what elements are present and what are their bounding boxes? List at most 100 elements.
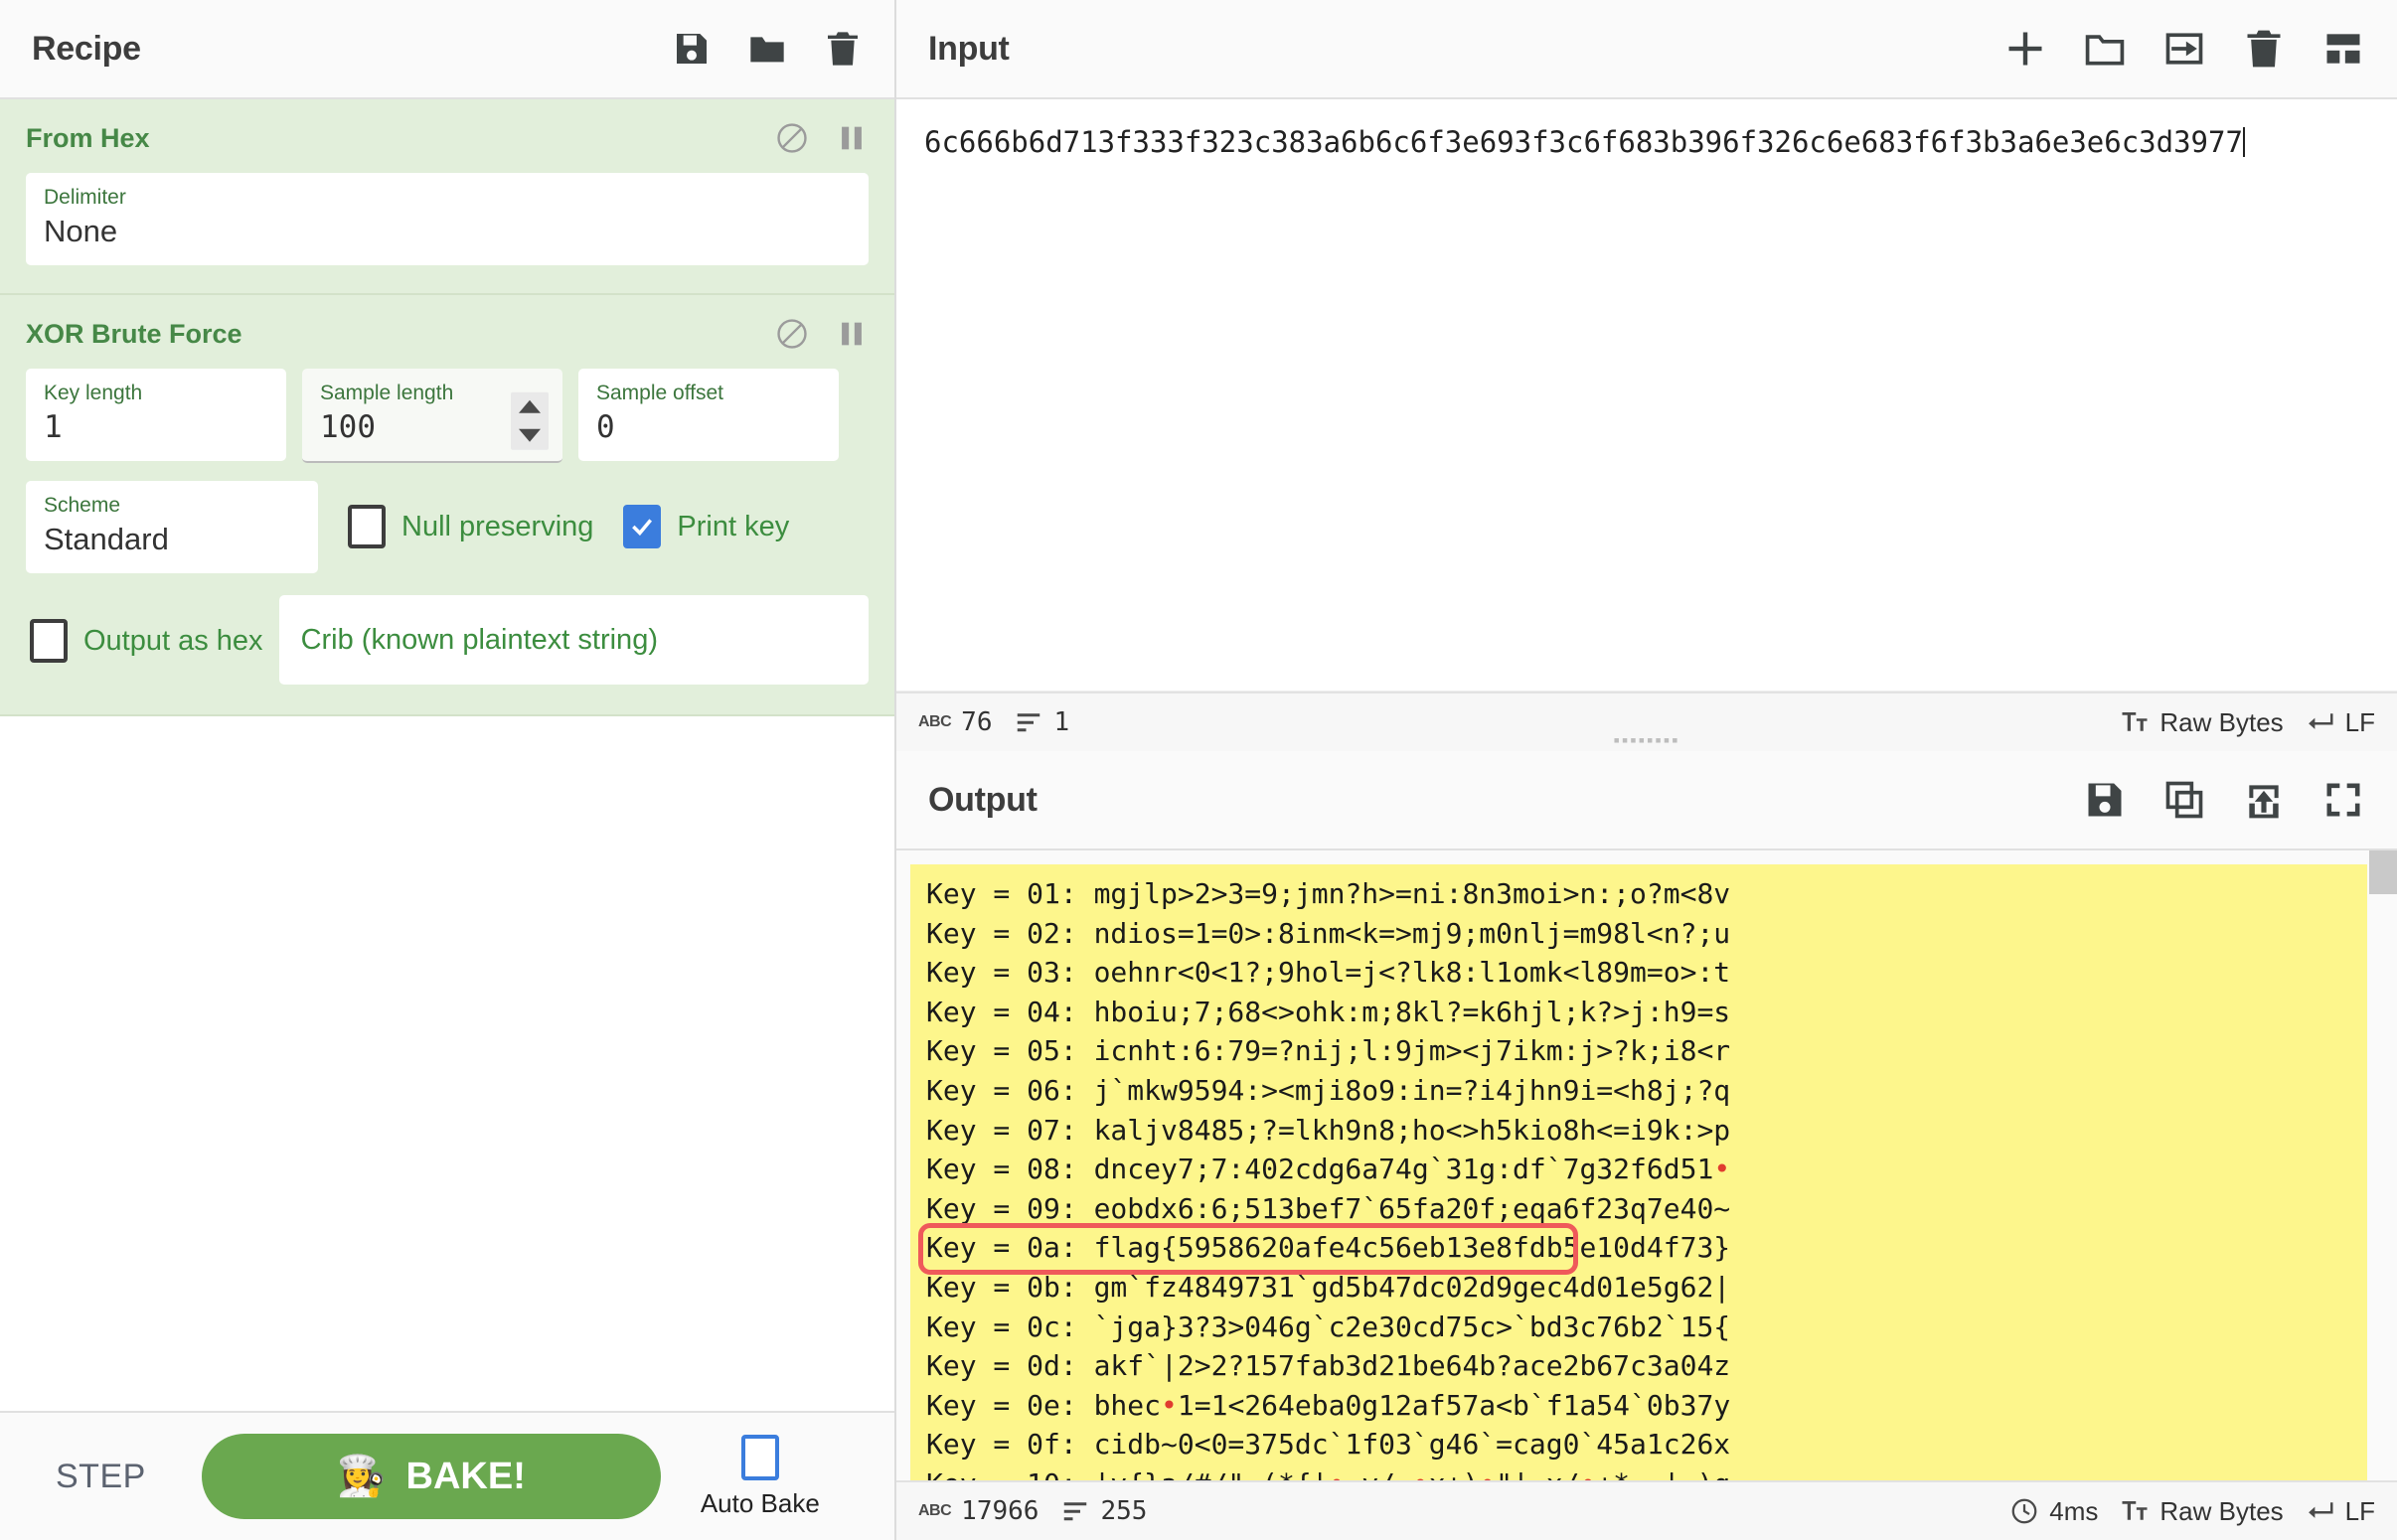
character-encoding-icon	[2120, 1496, 2150, 1526]
copy-output-icon[interactable]	[2162, 778, 2206, 822]
cyberchef-app: Recipe From Hex Delimiter None XOR Brute…	[0, 0, 2397, 1540]
control-char-dot: •	[1713, 1153, 1731, 1186]
scheme-value: Standard	[44, 522, 169, 557]
output-encoding-selector[interactable]: Raw Bytes	[2120, 1495, 2284, 1527]
output-line-ending-selector[interactable]: LF	[2306, 1496, 2375, 1527]
output-textarea[interactable]: Key = 01: mgjlp>2>3=9;jmn?h>=ni:8n3moi>n…	[896, 850, 2397, 1480]
disable-icon[interactable]	[775, 121, 809, 155]
scheme-select[interactable]: Scheme Standard	[26, 481, 318, 573]
sample-offset-input[interactable]: Sample offset 0	[578, 369, 839, 461]
input-title-bar: Input	[896, 0, 2397, 99]
crib-input[interactable]: Crib (known plaintext string)	[278, 595, 869, 685]
disable-icon[interactable]	[775, 317, 809, 351]
step-button[interactable]: STEP	[40, 1458, 162, 1496]
bake-time-value: 4ms	[2049, 1495, 2099, 1526]
output-line: Key = 0a: flag{5958620afe4c56eb13e8fdb5e…	[926, 1231, 1731, 1265]
replace-input-with-output-icon[interactable]	[2242, 778, 2286, 822]
recipe-operation-from-hex[interactable]: From Hex Delimiter None	[0, 99, 894, 295]
stepper-up-icon[interactable]	[519, 399, 541, 413]
input-lines-stat: 1	[1014, 707, 1069, 737]
add-input-icon[interactable]	[2003, 27, 2047, 71]
clock-icon	[2009, 1496, 2039, 1526]
stepper-down-icon[interactable]	[519, 428, 541, 442]
output-as-hex-checkbox[interactable]: Output as hex	[26, 595, 263, 687]
recipe-title-bar: Recipe	[0, 0, 894, 99]
breakpoint-pause-icon[interactable]	[835, 317, 869, 351]
chef-icon: 👩‍🍳	[336, 1455, 387, 1498]
recipe-title: Recipe	[32, 29, 141, 68]
input-length-stat: ABC 76	[918, 707, 992, 737]
output-header-icons	[2083, 778, 2365, 822]
crib-placeholder: Crib (known plaintext string)	[300, 623, 658, 656]
auto-bake-label: Auto Bake	[700, 1487, 820, 1518]
output-line: Key = 0d: akf`|2>2?157fab3d21be64b?ace2b…	[926, 1349, 1731, 1383]
recipe-operation-xor-brute-force[interactable]: XOR Brute Force Key length 1 Sample leng…	[0, 295, 894, 716]
checkbox-box-icon[interactable]	[30, 619, 68, 663]
abc-icon: ABC	[918, 713, 952, 730]
input-status-bar: ABC 76 1 Raw Bytes LF ▪▪▪▪▪▪▪▪	[896, 692, 2397, 751]
output-line: Key = 10: |v{}a/#/",(*{|•.y/,•x+)•"|~x/•…	[926, 1464, 2351, 1480]
bake-button-label: BAKE!	[405, 1455, 526, 1497]
lines-icon	[1014, 707, 1043, 737]
output-line: Key = 0c: `jga}3?3>046g`c2e30cd75c>`bd3c…	[926, 1309, 1731, 1343]
auto-bake-checkbox[interactable]: Auto Bake	[700, 1434, 820, 1519]
recipe-header-icons	[672, 29, 863, 69]
output-scrollbar[interactable]	[2369, 850, 2397, 1480]
load-recipe-icon[interactable]	[747, 29, 787, 69]
sample-length-stepper[interactable]	[511, 391, 549, 450]
output-line: Key = 05: icnht:6:79=?nij;l:9jm><j7ikm:j…	[926, 1034, 1731, 1068]
open-folder-as-input-icon[interactable]	[2083, 27, 2127, 71]
null-preserving-checkbox[interactable]: Null preserving	[334, 481, 593, 572]
checkbox-box-icon[interactable]	[740, 1434, 779, 1480]
input-encoding-selector[interactable]: Raw Bytes	[2120, 707, 2284, 738]
operation-title: From Hex	[26, 122, 150, 153]
open-file-as-input-icon[interactable]	[2162, 27, 2206, 71]
clear-recipe-icon[interactable]	[823, 29, 863, 69]
key-length-label: Key length	[44, 382, 143, 404]
character-encoding-icon	[2120, 707, 2150, 737]
operation-header: XOR Brute Force	[26, 317, 869, 351]
clear-input-icon[interactable]	[2242, 27, 2286, 71]
output-status-bar: ABC 17966 255 4ms Raw Bytes LF	[896, 1480, 2397, 1540]
print-key-checkbox[interactable]: Print key	[609, 481, 789, 572]
operation-arguments: Delimiter None	[26, 173, 869, 265]
sample-offset-label: Sample offset	[596, 382, 724, 404]
input-value: 6c666b6d713f333f323c383a6b6c6f3e693f3c6f…	[924, 125, 2243, 159]
input-line-ending-selector[interactable]: LF	[2306, 707, 2375, 738]
output-line: Key = 0f: cidb~0<0=375dc`1f03`g46`=cag0`…	[926, 1428, 1731, 1462]
operation-controls	[775, 317, 869, 351]
output-scrollbar-thumb[interactable]	[2369, 850, 2397, 894]
line-ending-icon	[2306, 707, 2335, 737]
recipe-operation-list[interactable]: From Hex Delimiter None XOR Brute Force …	[0, 99, 894, 1411]
operation-arguments-row2: Scheme Standard Null preserving Print ke…	[26, 481, 869, 573]
output-line: Key = 04: hboiu;7;68<>ohk:m;8kl?=k6hjl;k…	[926, 995, 1731, 1028]
control-char-dot: •	[1579, 1467, 1596, 1480]
input-textarea[interactable]: 6c666b6d713f333f323c383a6b6c6f3e693f3c6f…	[896, 99, 2397, 692]
save-recipe-icon[interactable]	[672, 29, 712, 69]
checkbox-box-icon[interactable]	[348, 505, 386, 548]
sample-offset-value: 0	[596, 409, 615, 446]
control-char-dot: •	[1161, 1388, 1178, 1422]
io-splitter-grip[interactable]: ▪▪▪▪▪▪▪▪	[1613, 731, 1679, 749]
output-encoding-label: Raw Bytes	[2159, 1495, 2284, 1526]
line-ending-icon	[2306, 1496, 2335, 1526]
input-tabs-layout-icon[interactable]	[2321, 27, 2365, 71]
output-title: Output	[928, 780, 1038, 819]
control-char-dot: •	[1479, 1467, 1496, 1480]
checkbox-checked-icon[interactable]	[623, 505, 662, 548]
output-line: Key = 07: kaljv8485;?=lkh9n8;ho<>h5kio8h…	[926, 1113, 1731, 1147]
sample-length-input[interactable]: Sample length 100	[302, 369, 562, 463]
bake-time-stat: 4ms	[2009, 1496, 2098, 1527]
delimiter-select[interactable]: Delimiter None	[26, 173, 869, 265]
null-preserving-label: Null preserving	[401, 510, 594, 542]
save-output-icon[interactable]	[2083, 778, 2127, 822]
breakpoint-pause-icon[interactable]	[835, 121, 869, 155]
key-length-input[interactable]: Key length 1	[26, 369, 286, 461]
output-line: Key = 01: mgjlp>2>3=9;jmn?h>=ni:8n3moi>n…	[926, 877, 1731, 910]
bake-button[interactable]: 👩‍🍳 BAKE!	[201, 1434, 661, 1519]
operation-header: From Hex	[26, 121, 869, 155]
control-char-dot: •	[1329, 1467, 1346, 1480]
abc-icon: ABC	[918, 1502, 952, 1519]
output-line: Key = 0b: gm`fz4849731`gd5b47dc02d9gec4d…	[926, 1270, 1731, 1304]
maximise-output-icon[interactable]	[2321, 778, 2365, 822]
